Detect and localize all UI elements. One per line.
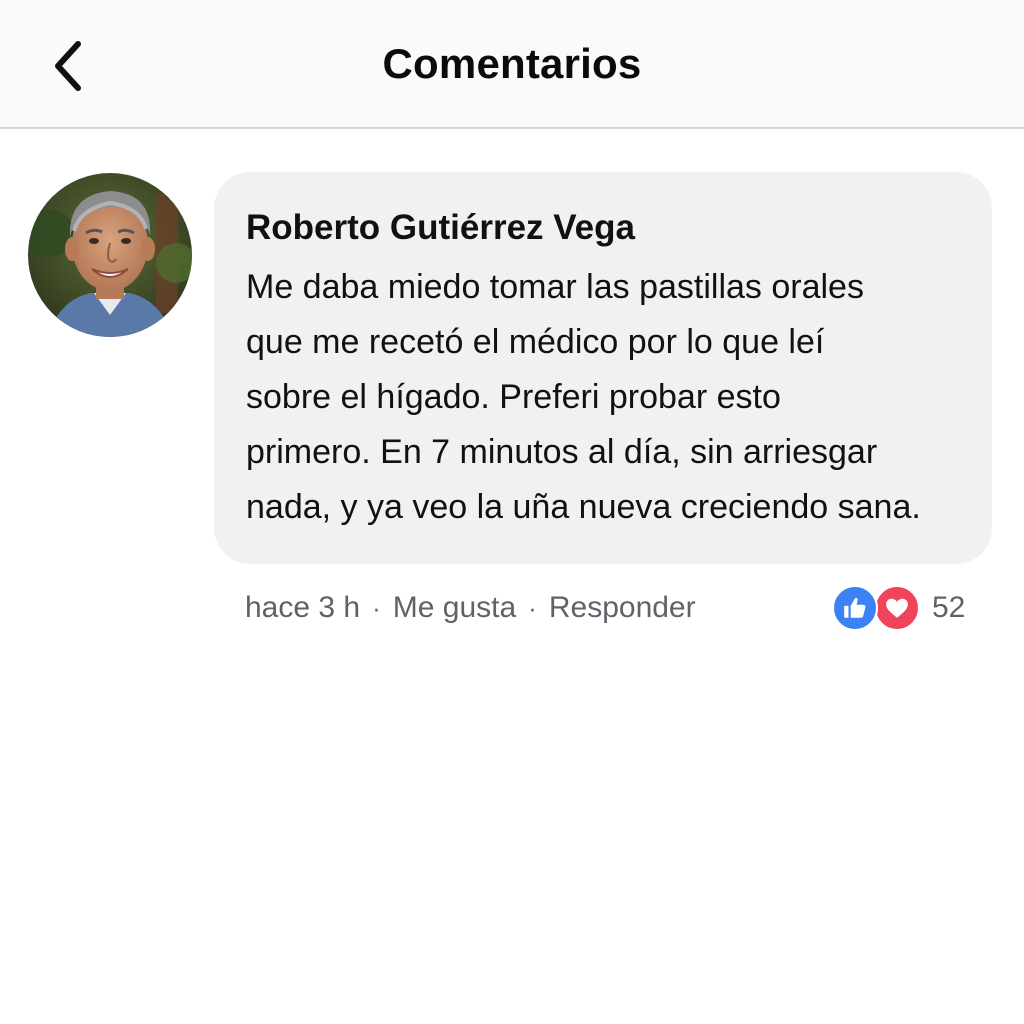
like-button[interactable]: Me gusta xyxy=(393,591,516,625)
meta-separator: · xyxy=(528,592,537,623)
reactions-summary[interactable]: 52 xyxy=(832,584,965,632)
comment-text-line: Me daba miedo tomar las pastillas orales xyxy=(246,268,864,306)
comment-text-line: nada, y ya veo la uña nueva creciendo sa… xyxy=(246,488,921,526)
comment-text-line: sobre el hígado. Preferi probar esto xyxy=(246,378,781,416)
reply-button[interactable]: Responder xyxy=(549,591,696,625)
meta-separator: · xyxy=(372,592,381,623)
comment-bubble[interactable]: Roberto Gutiérrez Vega Me daba miedo tom… xyxy=(214,172,992,564)
comments-page: Comentarios Roberto Gutiérrez Vega Me da… xyxy=(0,0,1024,1024)
avatar-photo xyxy=(28,173,192,337)
reaction-count: 52 xyxy=(932,591,966,624)
page-title: Comentarios xyxy=(382,40,642,87)
thumbs-up-icon xyxy=(832,585,878,631)
header-bar: Comentarios xyxy=(0,0,1024,129)
comment-meta: hace 3 h · Me gusta · Responder xyxy=(245,586,696,630)
heart-icon xyxy=(874,585,920,631)
comment-timestamp: hace 3 h xyxy=(245,591,361,624)
comment-author[interactable]: Roberto Gutiérrez Vega xyxy=(246,206,962,250)
avatar[interactable] xyxy=(28,173,192,337)
comment-text-line: que me recetó el médico por lo que leí xyxy=(246,323,825,361)
comment-text-line: primero. En 7 minutos al día, sin arries… xyxy=(246,433,878,471)
